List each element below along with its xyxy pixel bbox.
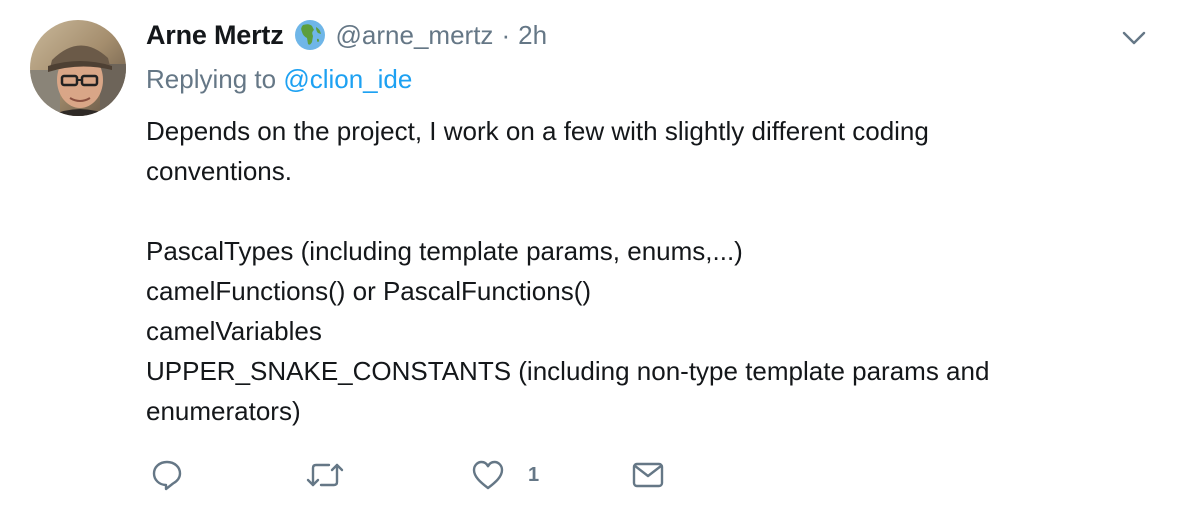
direct-message-button[interactable] <box>630 455 666 495</box>
avatar[interactable] <box>30 20 126 116</box>
tweet-text-line: camelFunctions() or PascalFunctions() <box>146 276 592 306</box>
like-count: 1 <box>528 463 540 486</box>
tweet-text-line: conventions. <box>146 156 292 186</box>
reply-mention-link[interactable]: @clion_ide <box>283 64 412 94</box>
action-bar: 1 <box>150 455 710 495</box>
timestamp[interactable]: 2h <box>518 20 547 51</box>
handle[interactable]: @arne_mertz <box>336 20 494 51</box>
display-name[interactable]: Arne Mertz <box>146 20 284 51</box>
tweet-text-line: UPPER_SNAKE_CONSTANTS (including non-typ… <box>146 356 990 386</box>
tweet-text-line: Depends on the project, I work on a few … <box>146 116 929 146</box>
heart-icon <box>470 458 506 492</box>
chevron-down-icon[interactable] <box>1118 22 1150 54</box>
envelope-icon <box>630 458 666 492</box>
globe-africa-icon <box>294 19 326 51</box>
retweet-icon <box>305 458 345 492</box>
tweet: Arne Mertz @arne_mertz · 2h Replying to … <box>0 0 1200 506</box>
retweet-button[interactable] <box>305 455 345 495</box>
replying-prefix: Replying to <box>146 64 284 94</box>
separator-dot: · <box>501 19 511 50</box>
tweet-text: Depends on the project, I work on a few … <box>146 111 1146 431</box>
like-button[interactable]: 1 <box>470 455 539 495</box>
replying-to: Replying to @clion_ide <box>146 64 412 95</box>
tweet-text-line: camelVariables <box>146 316 322 346</box>
reply-button[interactable] <box>150 455 184 495</box>
tweet-text-line: enumerators) <box>146 396 301 426</box>
tweet-text-line: PascalTypes (including template params, … <box>146 236 743 266</box>
reply-icon <box>150 458 184 492</box>
tweet-header: Arne Mertz @arne_mertz · 2h <box>146 16 547 54</box>
